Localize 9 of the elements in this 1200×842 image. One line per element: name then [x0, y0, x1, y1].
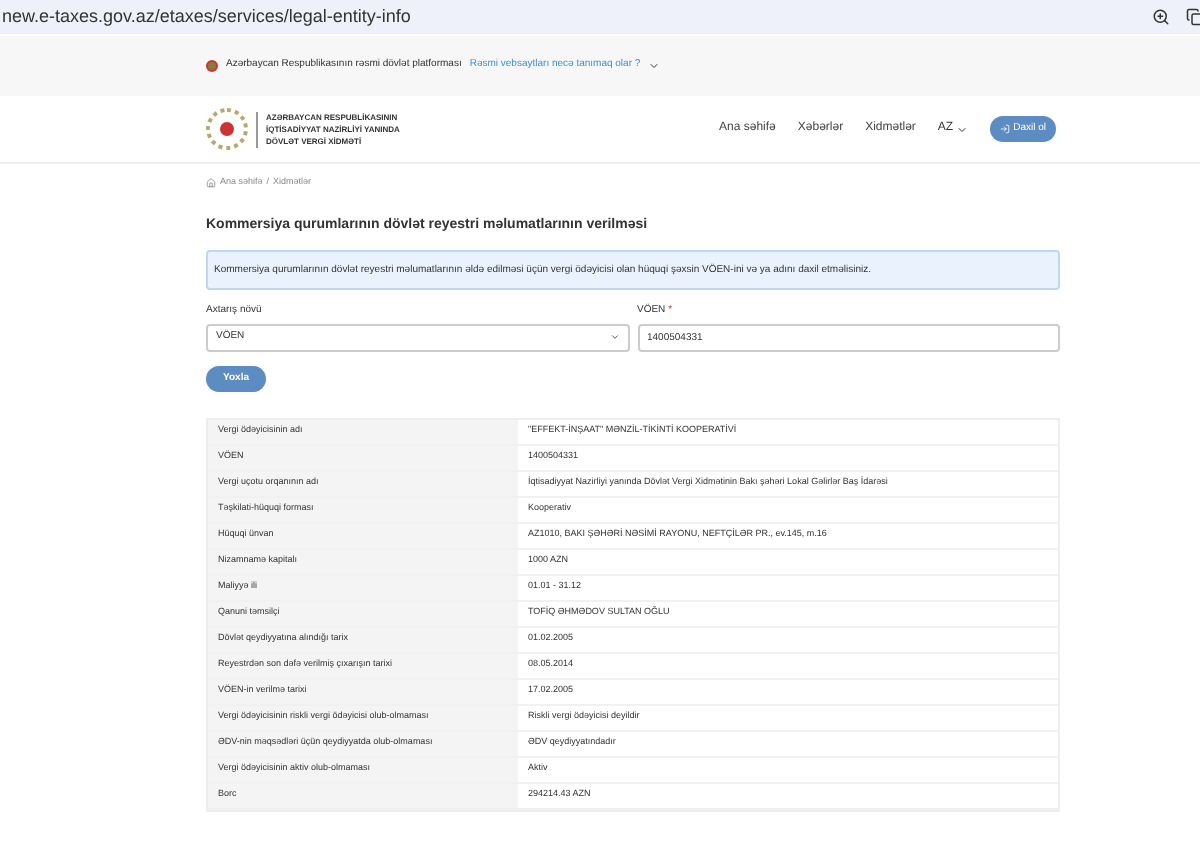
emblem-icon	[206, 108, 248, 150]
zoom-icon[interactable]	[1152, 8, 1170, 26]
emblem-icon	[206, 60, 218, 72]
url-text[interactable]: new.e-taxes.gov.az/etaxes/services/legal-entity-info	[2, 3, 1152, 31]
chevron-icon	[955, 123, 968, 135]
chevron-icon[interactable]	[648, 60, 661, 72]
chevron-icon	[609, 332, 619, 343]
login-icon	[999, 124, 1010, 134]
window-icon[interactable]	[1186, 8, 1200, 26]
